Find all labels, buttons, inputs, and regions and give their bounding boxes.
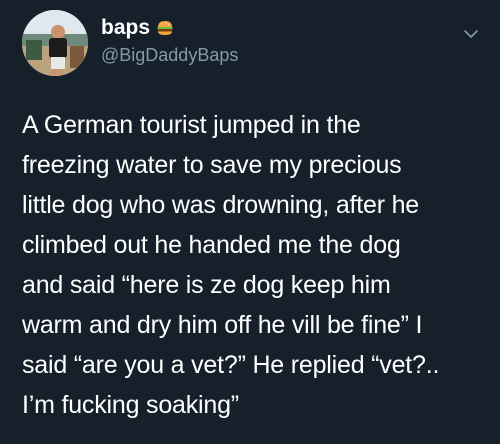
avatar[interactable] [22, 10, 88, 76]
tweet-text-line: little dog who was drowning, after he [22, 191, 419, 219]
display-name[interactable]: baps [101, 15, 150, 41]
tweet-text-line: climbed out he handed me the dog [22, 231, 401, 259]
user-handle[interactable]: @BigDaddyBaps [101, 43, 238, 67]
tweet-text-line: I’m fucking soaking” [22, 391, 239, 419]
tweet-card: baps @BigDaddyBaps A German tourist jump… [0, 0, 500, 444]
tweet-text-line: said “are you a vet?” He replied “vet?.. [22, 351, 440, 379]
tweet-header: baps @BigDaddyBaps [101, 15, 238, 67]
tweet-text: A German tourist jumped in the freezing … [22, 105, 492, 425]
tweet-text-line: warm and dry him off he vill be fine” I [22, 311, 423, 339]
avatar-photo [22, 10, 88, 76]
tweet-text-line: freezing water to save my precious [22, 151, 402, 179]
hamburger-icon [156, 19, 174, 37]
chevron-down-icon[interactable] [464, 26, 478, 38]
tweet-text-line: A German tourist jumped in the [22, 111, 361, 139]
display-name-row: baps [101, 15, 238, 41]
tweet-text-line: and said “here is ze dog keep him [22, 271, 391, 299]
